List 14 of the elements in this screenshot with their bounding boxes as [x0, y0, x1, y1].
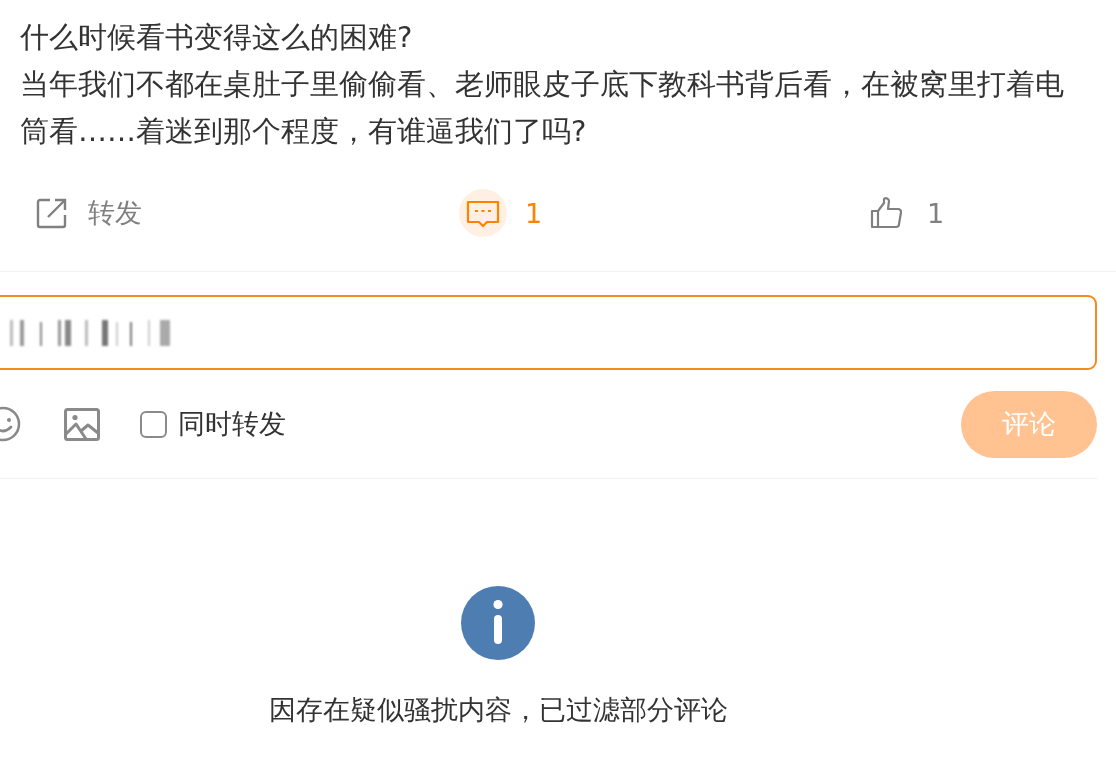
- comment-icon: [459, 189, 507, 237]
- post-text: 当年我们不都在桌肚子里偷偷看、老师眼皮子底下教科书背后看，在被窝里打着电筒看……着迷到那个程度，有谁逼我们了吗?: [20, 66, 1065, 150]
- sync-forward-label: 同时转发: [178, 407, 286, 441]
- comment-input-field[interactable]: [0, 295, 1097, 370]
- comment-button[interactable]: 1: [459, 189, 543, 237]
- post-text: 什么时候看书变得这么的困难?: [20, 19, 414, 56]
- info-icon: [461, 586, 535, 660]
- checkbox[interactable]: [140, 410, 167, 438]
- image-icon[interactable]: [64, 407, 100, 441]
- thumbs-up-icon: [870, 197, 902, 229]
- share-icon: [36, 197, 68, 229]
- filter-notice-text: 因存在疑似骚扰内容，已过滤部分评论: [268, 693, 728, 727]
- like-button[interactable]: 1: [870, 197, 945, 229]
- forward-button[interactable]: 转发: [36, 195, 142, 231]
